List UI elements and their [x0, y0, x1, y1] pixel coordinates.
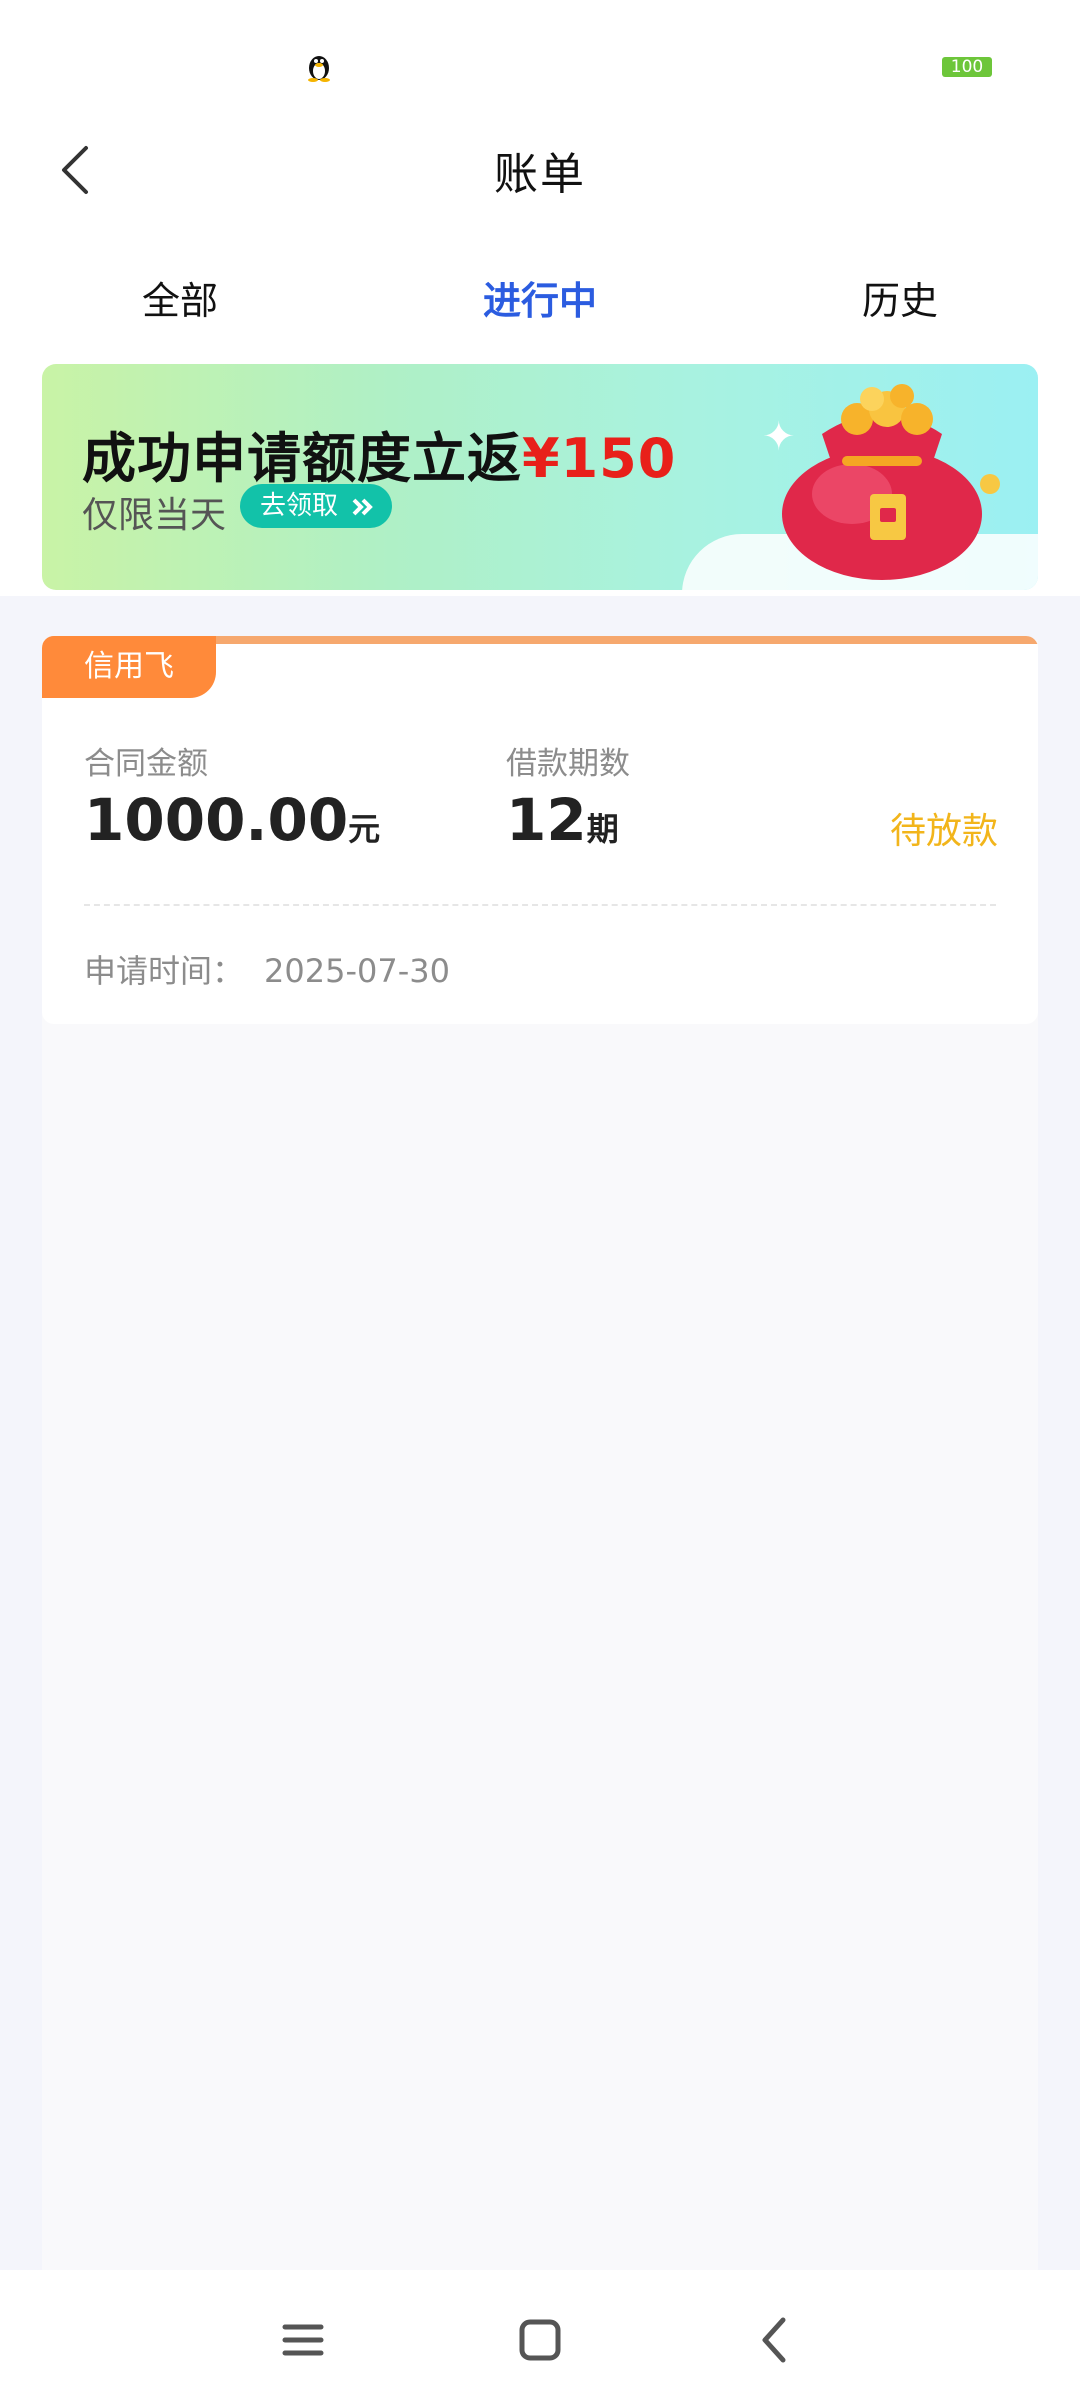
apply-time: 申请时间： 2025-07-30: [84, 946, 450, 992]
amount-unit: 元: [348, 810, 381, 848]
tab-all[interactable]: 全部: [80, 270, 280, 325]
banner-amount: ¥150: [522, 427, 677, 490]
battery-indicator: 100: [942, 57, 992, 77]
amount-label: 合同金额: [84, 746, 208, 782]
menu-icon[interactable]: [273, 2310, 333, 2370]
red-money-bag-icon: [782, 384, 1000, 580]
tab-in-progress[interactable]: 进行中: [440, 270, 640, 325]
back-triangle-icon[interactable]: [745, 2310, 805, 2370]
dashed-divider: [84, 904, 996, 906]
apply-time-value: 2025-07-30: [264, 952, 450, 990]
provider-tag: 信用飞: [42, 636, 216, 698]
page-title: 账单: [494, 149, 586, 200]
tab-history[interactable]: 历史: [800, 270, 1000, 325]
term-unit: 期: [586, 810, 619, 848]
bill-card[interactable]: 信用飞 合同金额 1000.00元 借款期数 12期 待放款 申请时间： 2025…: [42, 636, 1038, 1024]
claim-button[interactable]: 去领取: [240, 484, 393, 528]
banner-title: 成功申请额度立返¥150: [82, 414, 676, 493]
amount-number: 1000.00: [84, 786, 349, 854]
apply-time-label: 申请时间：: [84, 952, 245, 990]
banner-subtitle: 仅限当天: [82, 495, 227, 536]
promo-banner[interactable]: 成功申请额度立返¥150 仅限当天 去领取 ✦: [42, 364, 1038, 590]
term-value: 12期: [506, 786, 619, 854]
status-bar: 100: [0, 0, 1080, 120]
qq-penguin-icon: [308, 56, 330, 82]
banner-title-text: 成功申请额度立返: [82, 427, 522, 490]
double-chevron-right-icon: [352, 498, 374, 515]
claim-button-label: 去领取: [260, 491, 339, 521]
term-label: 借款期数: [506, 746, 630, 782]
amount-value: 1000.00元: [84, 786, 380, 854]
status-badge: 待放款: [889, 811, 998, 852]
home-square-icon[interactable]: [510, 2310, 570, 2370]
term-number: 12: [506, 786, 587, 854]
